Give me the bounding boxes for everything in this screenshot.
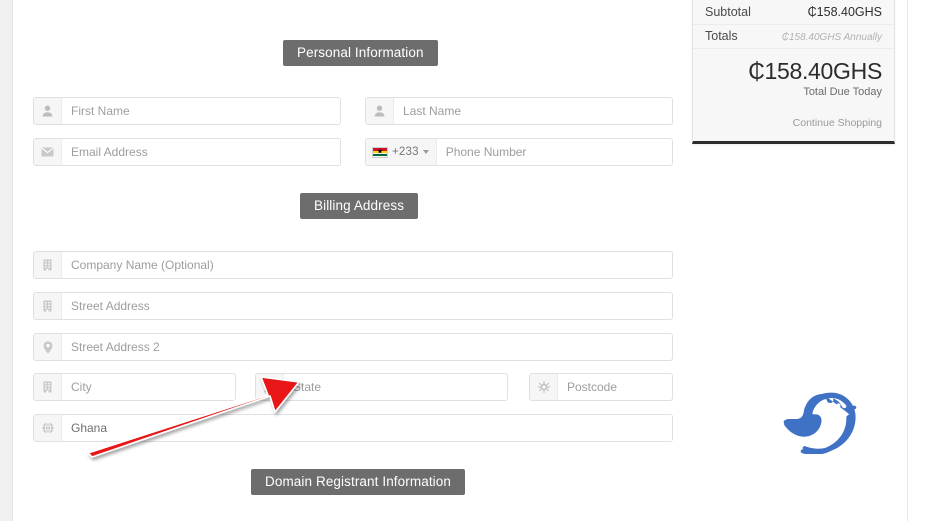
sitemap-icon xyxy=(256,374,284,400)
totals-row: Totals ₵158.40GHS Annually xyxy=(693,25,894,49)
subtotal-value: ₵158.40GHS xyxy=(807,5,882,19)
phone-placeholder: Phone Number xyxy=(445,145,527,159)
globe-icon xyxy=(34,415,62,441)
gear-icon xyxy=(530,374,558,400)
first-name-placeholder: First Name xyxy=(71,104,130,118)
subtotal-row: Subtotal ₵158.40GHS xyxy=(693,1,894,25)
order-summary-card: Subtotal ₵158.40GHS Totals ₵158.40GHS An… xyxy=(692,0,895,144)
building-icon xyxy=(34,252,62,278)
country-dial-selector[interactable]: ★ +233 xyxy=(366,139,437,165)
dial-code-label: +233 xyxy=(392,146,419,158)
section-header-personal-information: Personal Information xyxy=(283,40,438,66)
country-select[interactable]: Ghana xyxy=(33,414,673,442)
street-address-field[interactable]: Street Address xyxy=(33,292,673,320)
street-address-2-row: Street Address 2 xyxy=(33,333,673,361)
street-address-2-placeholder: Street Address 2 xyxy=(71,340,160,354)
continue-shopping-link[interactable]: Continue Shopping xyxy=(693,98,894,131)
first-name-row: First Name xyxy=(33,97,341,125)
phone-field[interactable]: ★ +233 Phone Number xyxy=(365,138,673,166)
city-field[interactable]: City xyxy=(33,373,236,401)
section-header-domain-registrant-information: Domain Registrant Information xyxy=(251,469,465,495)
user-icon xyxy=(366,98,394,124)
street-address-row: Street Address xyxy=(33,292,673,320)
last-name-field[interactable]: Last Name xyxy=(365,97,673,125)
last-name-placeholder: Last Name xyxy=(403,104,462,118)
state-placeholder: State xyxy=(293,380,322,394)
postcode-field[interactable]: Postcode xyxy=(529,373,673,401)
totals-value: ₵158.40GHS Annually xyxy=(781,32,882,43)
state-field[interactable]: State xyxy=(255,373,508,401)
totals-label: Totals xyxy=(705,29,738,43)
country-row: Ghana xyxy=(33,414,673,442)
envelope-icon xyxy=(34,139,62,165)
building-icon xyxy=(34,293,62,319)
state-row: State xyxy=(255,373,508,401)
postcode-placeholder: Postcode xyxy=(567,380,618,394)
checkout-form: Personal Information First Name Last Nam… xyxy=(33,0,673,521)
total-due-today-label: Total Due Today xyxy=(803,86,882,98)
company-name-field[interactable]: Company Name (Optional) xyxy=(33,251,673,279)
postcode-row: Postcode xyxy=(529,373,673,401)
company-name-placeholder: Company Name (Optional) xyxy=(71,258,214,272)
subtotal-label: Subtotal xyxy=(705,5,751,19)
first-name-field[interactable]: First Name xyxy=(33,97,341,125)
building-icon xyxy=(34,374,62,400)
bird-logo xyxy=(779,392,857,455)
checkout-page: Personal Information First Name Last Nam… xyxy=(0,0,928,521)
email-placeholder: Email Address xyxy=(71,145,148,159)
country-value: Ghana xyxy=(71,421,108,435)
section-header-billing-address: Billing Address xyxy=(300,193,419,219)
map-pin-icon xyxy=(34,334,62,360)
city-row: City xyxy=(33,373,236,401)
email-field[interactable]: Email Address xyxy=(33,138,341,166)
page-right-divider xyxy=(907,0,908,521)
street-address-placeholder: Street Address xyxy=(71,299,150,313)
last-name-row: Last Name xyxy=(365,97,673,125)
chevron-down-icon xyxy=(422,150,429,154)
total-amount: ₵158.40GHS xyxy=(748,58,882,84)
street-address-2-field[interactable]: Street Address 2 xyxy=(33,333,673,361)
flag-icon: ★ xyxy=(372,146,388,158)
email-row: Email Address xyxy=(33,138,341,166)
phone-row: ★ +233 Phone Number xyxy=(365,138,673,166)
company-row: Company Name (Optional) xyxy=(33,251,673,279)
page-left-edge xyxy=(0,0,13,521)
user-icon xyxy=(34,98,62,124)
city-placeholder: City xyxy=(71,380,92,394)
